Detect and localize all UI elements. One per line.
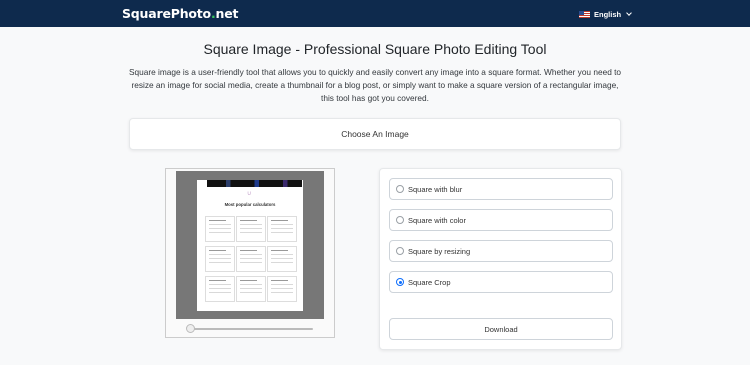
language-selector[interactable]: English (579, 8, 632, 20)
options-panel: Square with blur Square with color Squar… (379, 168, 622, 350)
zoom-slider-handle[interactable] (186, 324, 195, 333)
radio-button[interactable] (396, 216, 404, 224)
navbar: SquarePhoto.net English (0, 0, 750, 27)
preview-card (236, 276, 266, 302)
image-preview: ∪ Most popular calculators (165, 168, 335, 338)
brand-tld: net (215, 6, 239, 21)
brand-logo[interactable]: SquarePhoto.net (122, 6, 238, 21)
preview-card (205, 216, 235, 242)
preview-card (236, 246, 266, 272)
preview-card (205, 276, 235, 302)
option-square-with-blur[interactable]: Square with blur (389, 178, 613, 200)
zoom-slider-track[interactable] (187, 328, 313, 330)
preview-card (236, 216, 266, 242)
radio-button-selected[interactable] (396, 278, 404, 286)
intro-text: Square image is a user-friendly tool tha… (128, 67, 622, 103)
preview-card (205, 246, 235, 272)
preview-image-banner (207, 180, 302, 187)
download-button[interactable]: Download (389, 318, 613, 340)
option-label: Square with blur (408, 184, 463, 194)
brand-name: SquarePhoto (122, 6, 211, 21)
preview-card (267, 276, 297, 302)
option-label: Square Crop (408, 277, 451, 287)
language-label: English (594, 9, 622, 19)
radio-button[interactable] (396, 247, 404, 255)
page-title: Square Image - Professional Square Photo… (203, 41, 547, 57)
option-square-with-color[interactable]: Square with color (389, 209, 613, 231)
option-label: Square with color (408, 215, 466, 225)
preview-card (267, 246, 297, 272)
crop-canvas[interactable]: ∪ Most popular calculators (176, 171, 324, 319)
option-square-crop[interactable]: Square Crop (389, 271, 613, 293)
option-square-by-resizing[interactable]: Square by resizing (389, 240, 613, 262)
radio-button[interactable] (396, 185, 404, 193)
preview-card (267, 216, 297, 242)
choose-image-button[interactable]: Choose An Image (129, 118, 621, 150)
us-flag-icon (579, 10, 590, 18)
preview-image-logo-icon: ∪ (247, 191, 252, 197)
chevron-down-icon (626, 9, 632, 16)
preview-image: ∪ Most popular calculators (197, 180, 303, 311)
preview-image-heading: Most popular calculators (224, 202, 276, 207)
option-label: Square by resizing (408, 246, 471, 256)
